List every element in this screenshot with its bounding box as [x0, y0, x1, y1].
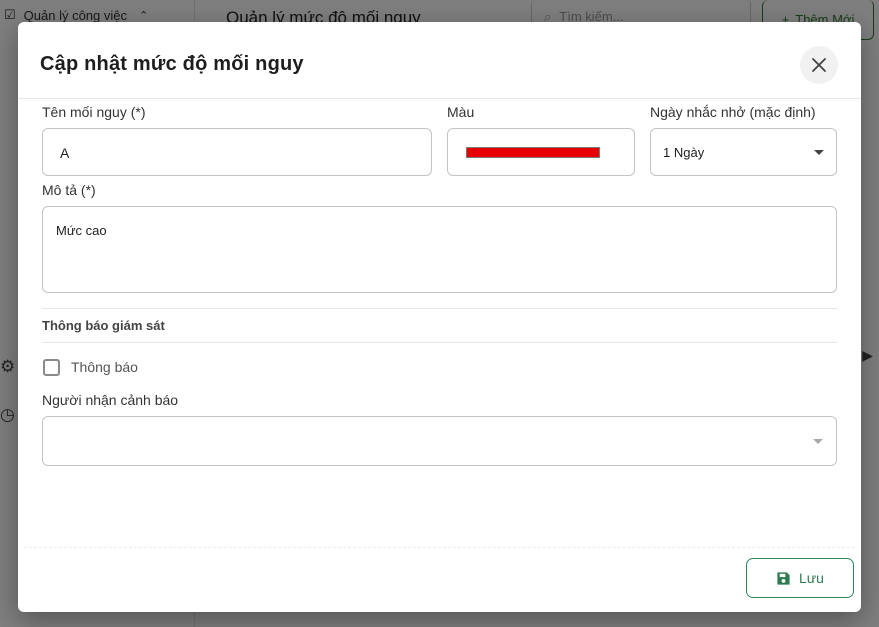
hazard-name-label: Tên mối nguy (*) [42, 104, 146, 120]
description-label: Mô tả (*) [42, 182, 96, 198]
color-label: Màu [447, 104, 475, 120]
chevron-down-icon [814, 150, 824, 155]
reminder-value: 1 Ngày [663, 145, 705, 160]
notify-checkbox-label: Thông báo [71, 359, 138, 375]
save-label: Lưu [799, 570, 824, 586]
description-value: Mức cao [56, 223, 107, 238]
reminder-select[interactable]: 1 Ngày [650, 128, 837, 176]
reminder-label: Ngày nhắc nhở (mặc định) [650, 104, 816, 120]
color-swatch [466, 147, 600, 158]
color-picker-field[interactable] [447, 128, 635, 176]
description-textarea[interactable]: Mức cao [42, 206, 837, 293]
chevron-down-icon [813, 439, 823, 444]
dialog-header: Cập nhật mức độ mối nguy [18, 22, 861, 99]
section-divider-bottom [42, 342, 837, 343]
save-icon [777, 571, 790, 585]
notify-checkbox[interactable] [43, 359, 60, 376]
hazard-name-value: A [60, 145, 70, 161]
section-divider-top [42, 308, 837, 309]
monitoring-section-title: Thông báo giám sát [42, 318, 165, 333]
recipients-label: Người nhận cảnh báo [42, 392, 179, 408]
close-icon [812, 58, 826, 72]
update-hazard-level-dialog: Cập nhật mức độ mối nguy Tên mối nguy (*… [18, 22, 861, 612]
save-button[interactable]: Lưu [746, 558, 854, 598]
hazard-name-field[interactable]: A [42, 128, 432, 176]
footer-divider [24, 547, 855, 548]
recipients-select[interactable] [42, 416, 837, 466]
dialog-title: Cập nhật mức độ mối nguy [40, 53, 304, 75]
close-button[interactable] [800, 46, 838, 84]
